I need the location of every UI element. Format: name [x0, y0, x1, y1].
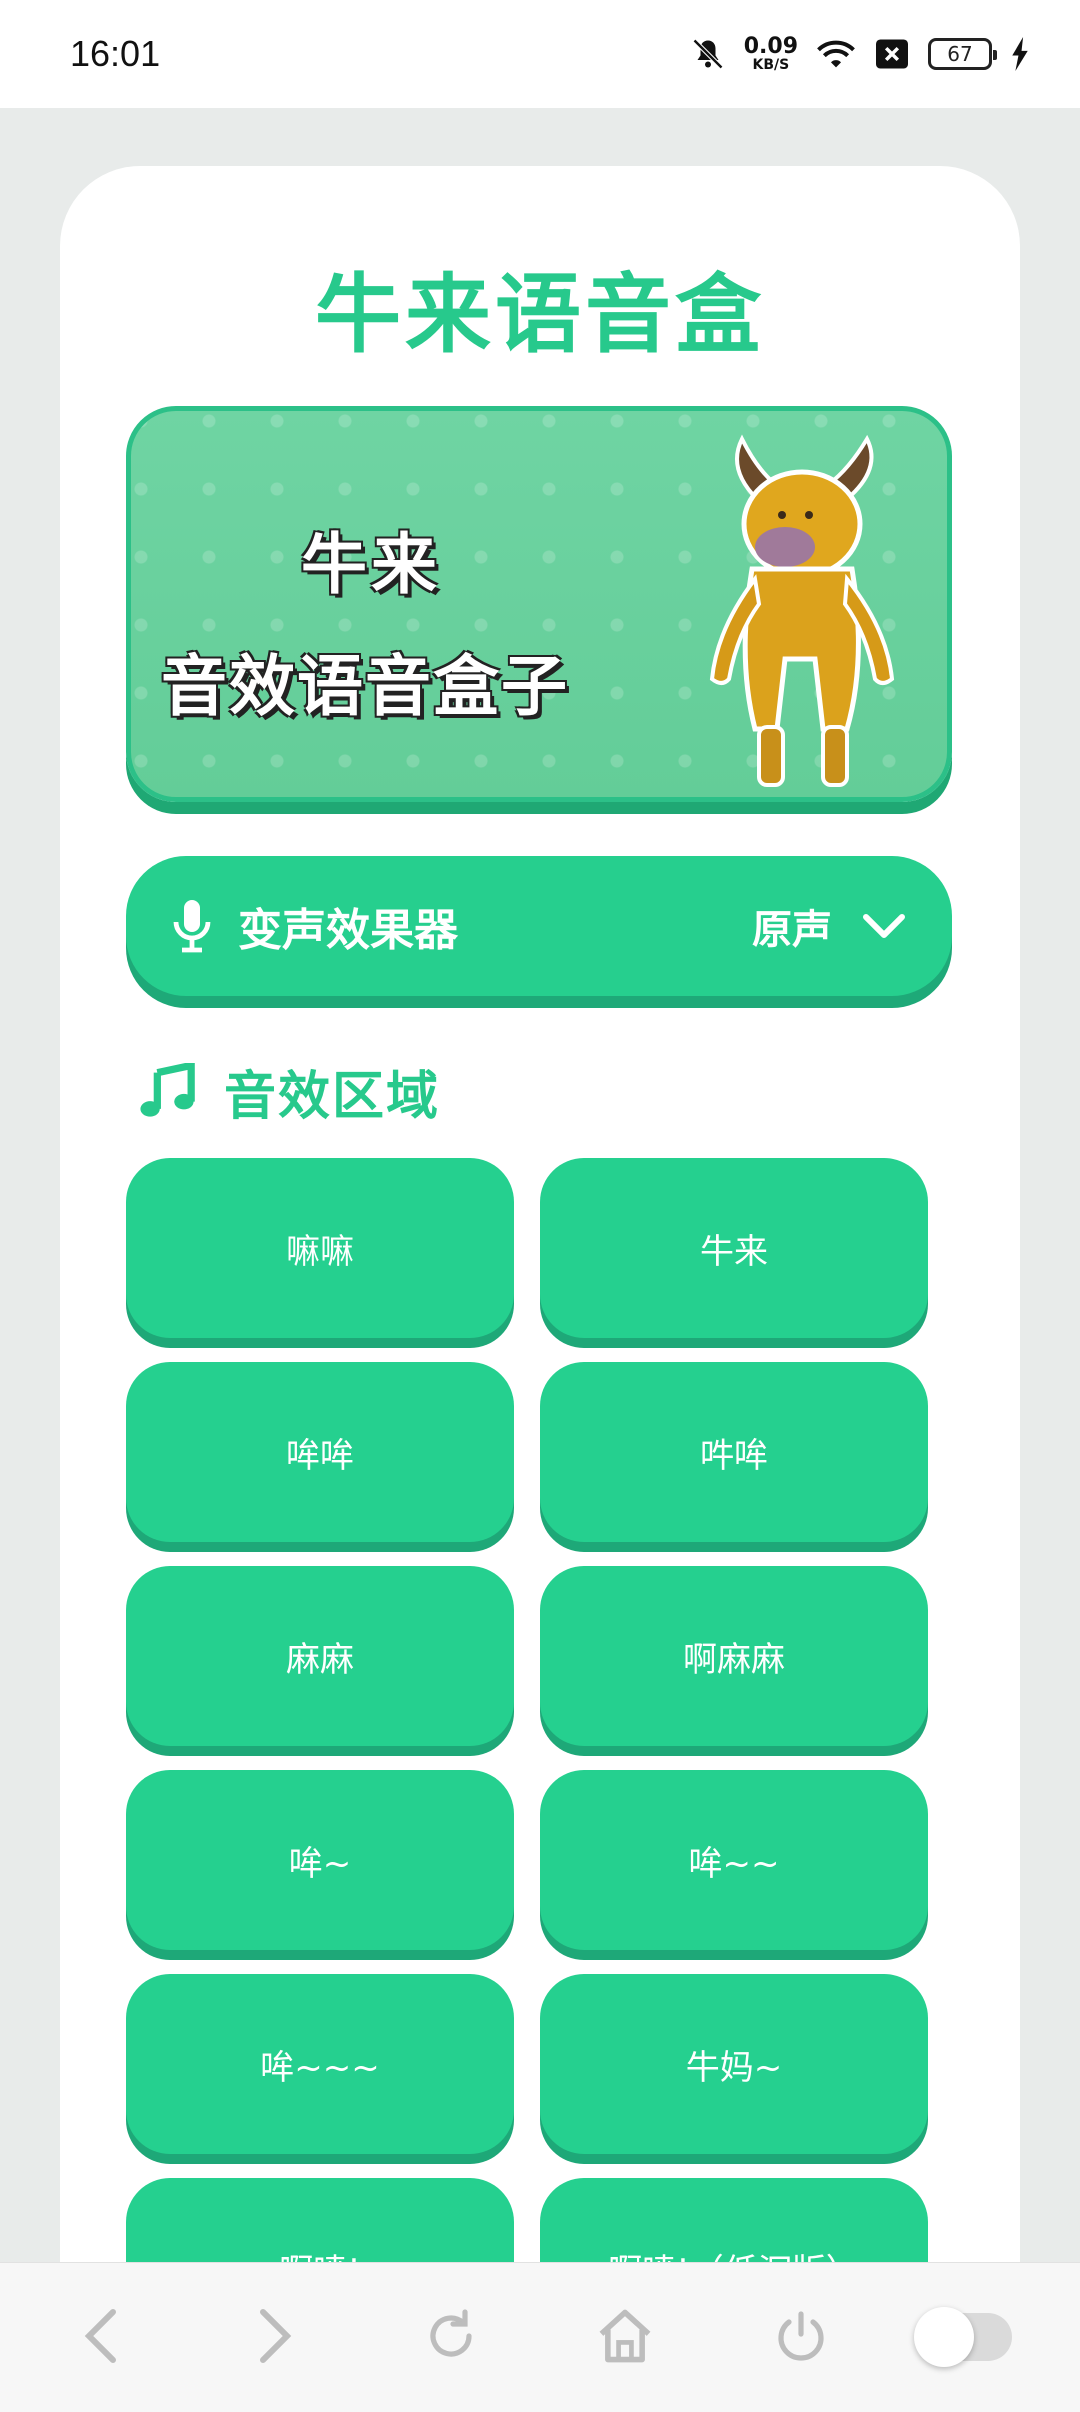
power-icon[interactable] [766, 2301, 836, 2371]
sound-button[interactable]: 牛妈~ [540, 1974, 928, 2154]
banner-title: 牛来 [301, 526, 441, 603]
status-time: 16:01 [70, 33, 161, 74]
bottom-nav [0, 2262, 1080, 2412]
sound-button[interactable]: 哞~ [126, 1770, 514, 1950]
microphone-icon [173, 900, 211, 953]
status-bar: 16:01 0.09 KB/S 67 [0, 0, 1080, 108]
sound-button[interactable]: 牛来 [540, 1158, 928, 1338]
toggle-switch[interactable] [914, 2307, 1012, 2367]
voice-changer-selected: 原声 [752, 907, 832, 953]
net-speed-value: 0.09 [743, 34, 798, 59]
refresh-icon[interactable] [416, 2301, 486, 2371]
sound-button[interactable]: 啊麻麻 [540, 1566, 928, 1746]
sound-button[interactable]: 哞~~~ [126, 1974, 514, 2154]
sound-button[interactable]: 哞哞 [126, 1362, 514, 1542]
net-speed: 0.09 KB/S [743, 34, 798, 73]
app-title: 牛来语音盒 [315, 265, 765, 365]
wifi-icon [816, 37, 856, 71]
mute-bell-icon [690, 36, 726, 72]
sound-section-title: 音效区域 [224, 1067, 441, 1127]
chevron-down-icon [863, 914, 905, 938]
sound-button[interactable]: 吽哞 [540, 1362, 928, 1542]
status-icons: 0.09 KB/S 67 [690, 36, 1030, 72]
toggle-knob [914, 2307, 974, 2367]
forward-icon[interactable] [240, 2301, 310, 2371]
sim-off-icon [874, 38, 910, 70]
sound-button[interactable]: 哞~~ [540, 1770, 928, 1950]
main-card: 牛来语音盒 牛来 音效语音盒子 变声效果器 原声 音效区域 嘛嘛 牛来 哞哞 吽… [60, 166, 1020, 2412]
battery-indicator: 67 [928, 38, 997, 70]
charging-icon [1010, 37, 1030, 71]
music-note-icon [140, 1062, 195, 1117]
banner: 牛来 音效语音盒子 [126, 406, 952, 802]
bull-character-image [709, 434, 895, 787]
sound-section-header: 音效区域 [138, 1054, 440, 1129]
sound-button[interactable]: 嘛嘛 [126, 1158, 514, 1338]
voice-changer-label: 变声效果器 [238, 905, 458, 956]
banner-subtitle: 音效语音盒子 [161, 648, 569, 725]
voice-changer-dropdown[interactable]: 变声效果器 原声 [126, 856, 952, 996]
net-speed-unit: KB/S [752, 57, 790, 73]
back-icon[interactable] [66, 2301, 136, 2371]
home-icon[interactable] [590, 2301, 660, 2371]
sound-button[interactable]: 麻麻 [126, 1566, 514, 1746]
